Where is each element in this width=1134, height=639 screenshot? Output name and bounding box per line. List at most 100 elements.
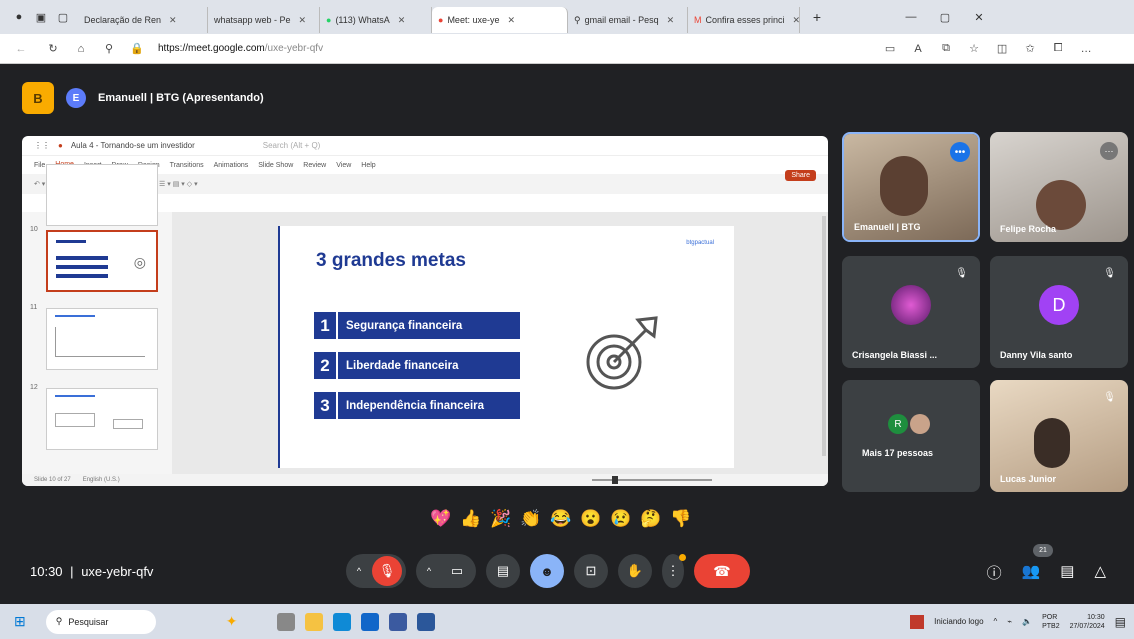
heart-reaction[interactable]: 💖 [430,508,452,530]
edge-icon[interactable] [333,612,352,631]
cast-icon[interactable]: ▭ [883,42,897,56]
people-icon[interactable]: 👥 [1022,562,1041,583]
avatar-stack: R [888,414,930,434]
window-close-icon[interactable]: ✕ [972,10,986,24]
favorite-icon[interactable]: ☆ [967,42,981,56]
language-indicator[interactable]: POR PTB2 [1042,613,1060,631]
task-view-icon[interactable] [277,612,296,631]
lock-icon[interactable]: 🔒 [130,42,144,56]
tab-whatsapp-search[interactable]: whatsapp web - Pe ✕ [208,7,320,33]
more-options-icon[interactable]: ••• [950,142,970,162]
waffle-icon: ⋮⋮ [34,141,50,150]
activities-icon[interactable]: △ [1094,562,1106,583]
leave-call-button[interactable]: ☎ [694,554,750,588]
camera-toggle-button[interactable]: ▭ [442,556,472,586]
participant-tile[interactable]: R Mais 17 pessoas [842,380,980,492]
tab-gmail-search[interactable]: ⚲ gmail email - Pesq ✕ [568,7,688,33]
mail-icon[interactable] [361,612,380,631]
tab-meet[interactable]: ● Meet: uxe-ye ✕ [432,7,568,33]
close-icon[interactable]: ✕ [793,15,799,26]
lang-code: POR [1042,613,1058,621]
clap-reaction[interactable]: 👏 [520,508,542,530]
camera-options-chevron-icon[interactable]: ^ [420,566,438,576]
laugh-reaction[interactable]: 😂 [550,508,572,530]
windows-start-icon[interactable]: ⊞ [14,613,26,630]
participant-tile[interactable]: 🎙 Crisangela Biassi ... [842,256,980,368]
sad-reaction[interactable]: 😢 [610,508,632,530]
close-icon[interactable]: ✕ [667,15,675,26]
avatar: R [888,414,908,434]
thinking-reaction[interactable]: 🤔 [640,508,662,530]
zoom-handle [611,476,618,484]
taskbar-search[interactable]: ⚲ Pesquisar [45,609,156,634]
participant-tile[interactable]: 🎙 D Danny Vila santo [990,256,1128,368]
mic-options-chevron-icon[interactable]: ^ [350,566,368,576]
participant-tile[interactable]: ⋯ Felipe Rocha [990,132,1128,242]
ppt-status-bar: Slide 10 of 27 English (U.S.) [22,474,828,486]
split-screen-icon[interactable]: ◫ [995,42,1009,56]
participant-tile[interactable]: 🎙 Lucas Junior [990,380,1128,492]
close-icon[interactable]: ✕ [299,15,307,26]
ppt-share-button: Share [785,170,816,181]
reactions-button[interactable]: ☻ [530,554,564,588]
mic-toggle-button[interactable]: 🎙 [372,556,402,586]
thumbs-down-reaction[interactable]: 👎 [670,508,692,530]
home-icon[interactable]: ⌂ [74,42,88,56]
taskbar-clock[interactable]: 10:30 27/07/2024 [1070,613,1105,631]
search-icon[interactable]: ⚲ [102,42,116,56]
menu-slideshow: Slide Show [258,161,294,169]
chat-icon[interactable]: ▤ [1060,562,1074,583]
thumbs-up-reaction[interactable]: 👍 [460,508,482,530]
more-options-icon[interactable]: ⋯ [1100,142,1118,160]
close-icon[interactable]: ✕ [507,15,515,26]
avatar: E [66,88,86,108]
participant-tile[interactable]: ••• Emanuell | BTG [842,132,980,242]
sparkle-icon[interactable]: ✦ [226,613,238,630]
chevron-up-icon[interactable]: ^ [994,617,998,626]
maximize-icon[interactable]: ▢ [938,10,952,24]
slide-number: 11 [30,304,38,311]
extensions-icon[interactable]: ⧉ [939,42,953,56]
presenter-bar: B E Emanuell | BTG (Apresentando) [22,82,264,114]
profile-icon[interactable]: ● [12,10,26,24]
person-silhouette [880,156,928,216]
more-options-button[interactable]: ⋮ [662,554,686,588]
collections-icon[interactable]: ⧠ [1051,42,1065,56]
network-icon[interactable]: ⌁ [1007,617,1012,626]
app-badge[interactable]: B [22,82,54,114]
notifications-icon[interactable]: ▤ [1115,615,1126,629]
menu-icon[interactable]: … [1079,42,1093,56]
favorites-bar-icon[interactable]: ✩ [1023,42,1037,56]
search-icon: ⚲ [55,616,63,626]
minimize-icon[interactable]: — [904,10,918,24]
app-icon[interactable] [389,612,408,631]
present-button[interactable]: ⊡ [574,554,608,588]
file-explorer-icon[interactable] [305,612,324,631]
close-icon[interactable]: ✕ [398,15,406,26]
read-aloud-icon[interactable]: A [911,42,925,56]
url-field[interactable]: https://meet.google.com/uxe-yebr-qfv [158,43,323,54]
workspaces-icon[interactable]: ▣ [34,10,48,24]
menu-help: Help [361,161,376,169]
participant-name: Mais 17 pessoas [862,448,934,458]
info-icon[interactable]: ⓘ [987,562,1002,583]
raise-hand-button[interactable]: ✋ [618,554,652,588]
party-reaction[interactable]: 🎉 [490,508,512,530]
thumb-line [56,274,108,278]
tab-whatsapp[interactable]: ● (113) WhatsA ✕ [320,7,432,33]
volume-icon[interactable]: 🔈 [1022,617,1032,626]
word-icon[interactable] [417,612,436,631]
tab-confira[interactable]: M Confira esses princi ✕ [688,7,800,33]
captions-button[interactable]: ▤ [486,554,520,588]
new-tab-icon[interactable]: + [810,9,824,25]
tab-actions-icon[interactable]: ▢ [56,10,70,24]
menu-view: View [336,161,352,169]
back-icon[interactable]: ← [14,42,28,56]
close-icon[interactable]: ✕ [169,15,177,26]
meet-icon: ● [438,15,444,25]
tab-declaracao[interactable]: Declaração de Ren ✕ [78,7,208,33]
surprised-reaction[interactable]: 😮 [580,508,602,530]
menu-review: Review [303,161,327,169]
slide-canvas: 3 grandes metas btgpactual 1 Segurança f… [278,226,734,468]
refresh-icon[interactable]: ↻ [46,42,60,56]
